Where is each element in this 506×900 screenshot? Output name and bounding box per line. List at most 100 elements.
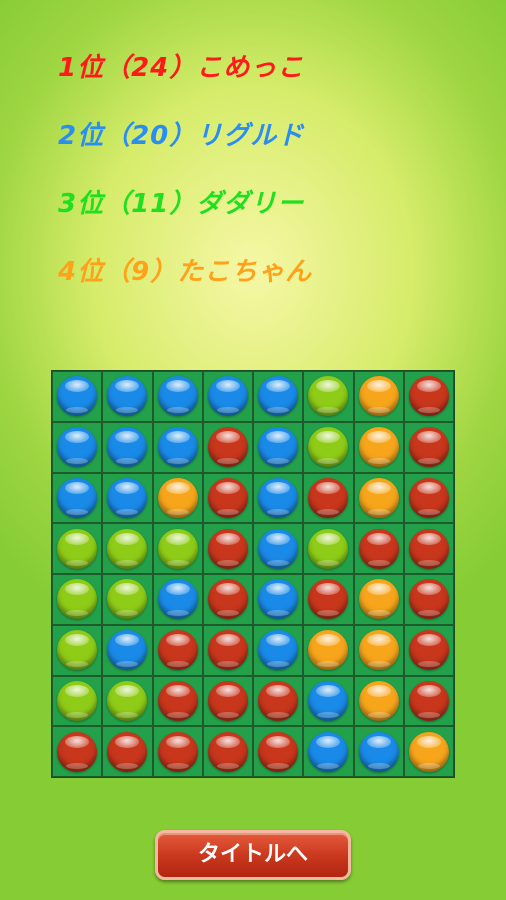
board-cell[interactable] bbox=[202, 371, 253, 422]
board-cell[interactable] bbox=[202, 726, 253, 777]
green-ball bbox=[107, 579, 148, 620]
board-cell[interactable] bbox=[403, 472, 454, 524]
orange-ball bbox=[358, 630, 399, 671]
board-cell[interactable] bbox=[353, 726, 404, 777]
board-cell[interactable] bbox=[152, 371, 203, 422]
game-board bbox=[51, 370, 455, 778]
board-cell[interactable] bbox=[152, 472, 203, 524]
board-cell[interactable] bbox=[102, 371, 153, 422]
board-cell[interactable] bbox=[253, 574, 304, 625]
board-cell[interactable] bbox=[202, 472, 253, 524]
board-cell[interactable] bbox=[253, 472, 304, 524]
green-ball bbox=[107, 528, 148, 569]
board-cell[interactable] bbox=[403, 523, 454, 574]
board-cell[interactable] bbox=[353, 675, 404, 727]
board-cell[interactable] bbox=[353, 472, 404, 524]
back-to-title-button[interactable]: タイトルへ bbox=[155, 830, 351, 880]
board-cell[interactable] bbox=[403, 624, 454, 676]
board-cell[interactable] bbox=[102, 726, 153, 777]
board-cell[interactable] bbox=[253, 523, 304, 574]
board-cell[interactable] bbox=[353, 624, 404, 676]
board-cell[interactable] bbox=[52, 675, 103, 727]
board-cell[interactable] bbox=[403, 421, 454, 473]
board-cell[interactable] bbox=[253, 421, 304, 473]
board-cell[interactable] bbox=[102, 675, 153, 727]
red-ball bbox=[308, 579, 349, 620]
green-ball bbox=[308, 427, 349, 468]
red-ball bbox=[408, 376, 449, 417]
board-cell[interactable] bbox=[303, 421, 354, 473]
board-cell[interactable] bbox=[102, 574, 153, 625]
board-cell[interactable] bbox=[303, 675, 354, 727]
board-cell[interactable] bbox=[253, 726, 304, 777]
board-cell[interactable] bbox=[353, 371, 404, 422]
green-ball bbox=[57, 579, 98, 620]
board-cell[interactable] bbox=[52, 421, 103, 473]
board-cell[interactable] bbox=[102, 421, 153, 473]
blue-ball bbox=[157, 376, 198, 417]
board-cell[interactable] bbox=[303, 523, 354, 574]
board-cell[interactable] bbox=[303, 371, 354, 422]
board-cell[interactable] bbox=[52, 472, 103, 524]
board-cell[interactable] bbox=[102, 472, 153, 524]
red-ball bbox=[408, 630, 449, 671]
blue-ball bbox=[57, 376, 98, 417]
board-cell[interactable] bbox=[403, 371, 454, 422]
red-ball bbox=[157, 680, 198, 721]
blue-ball bbox=[258, 579, 299, 620]
orange-ball bbox=[358, 579, 399, 620]
board-cell[interactable] bbox=[353, 523, 404, 574]
board-cell[interactable] bbox=[403, 574, 454, 625]
blue-ball bbox=[57, 477, 98, 518]
orange-ball bbox=[308, 630, 349, 671]
board-cell[interactable] bbox=[253, 675, 304, 727]
board-cell[interactable] bbox=[303, 726, 354, 777]
board-cell[interactable] bbox=[202, 624, 253, 676]
board-cell[interactable] bbox=[52, 574, 103, 625]
red-ball bbox=[207, 528, 248, 569]
green-ball bbox=[308, 376, 349, 417]
blue-ball bbox=[258, 376, 299, 417]
rank-entry-4: 4位（9）たこちゃん bbox=[58, 257, 313, 287]
board-cell[interactable] bbox=[102, 523, 153, 574]
green-ball bbox=[107, 680, 148, 721]
board-cell[interactable] bbox=[353, 574, 404, 625]
board-cell[interactable] bbox=[303, 574, 354, 625]
red-ball bbox=[408, 477, 449, 518]
board-cell[interactable] bbox=[202, 523, 253, 574]
red-ball bbox=[57, 731, 98, 772]
board-cell[interactable] bbox=[102, 624, 153, 676]
red-ball bbox=[358, 528, 399, 569]
blue-ball bbox=[107, 376, 148, 417]
board-cell[interactable] bbox=[303, 472, 354, 524]
board-cell[interactable] bbox=[403, 675, 454, 727]
blue-ball bbox=[258, 630, 299, 671]
blue-ball bbox=[57, 427, 98, 468]
red-ball bbox=[308, 477, 349, 518]
board-cell[interactable] bbox=[403, 726, 454, 777]
rank-entry-2: 2位（20）リグルド bbox=[58, 121, 305, 151]
red-ball bbox=[157, 630, 198, 671]
board-cell[interactable] bbox=[202, 421, 253, 473]
board-cell[interactable] bbox=[202, 574, 253, 625]
board-cell[interactable] bbox=[253, 371, 304, 422]
board-cell[interactable] bbox=[152, 574, 203, 625]
board-cell[interactable] bbox=[152, 624, 203, 676]
orange-ball bbox=[358, 376, 399, 417]
board-grid bbox=[52, 371, 454, 777]
orange-ball bbox=[358, 680, 399, 721]
board-cell[interactable] bbox=[52, 371, 103, 422]
board-cell[interactable] bbox=[152, 675, 203, 727]
board-cell[interactable] bbox=[202, 675, 253, 727]
board-cell[interactable] bbox=[353, 421, 404, 473]
board-cell[interactable] bbox=[303, 624, 354, 676]
board-cell[interactable] bbox=[253, 624, 304, 676]
board-cell[interactable] bbox=[152, 726, 203, 777]
board-cell[interactable] bbox=[52, 523, 103, 574]
orange-ball bbox=[408, 731, 449, 772]
board-cell[interactable] bbox=[52, 624, 103, 676]
red-ball bbox=[207, 477, 248, 518]
board-cell[interactable] bbox=[152, 421, 203, 473]
board-cell[interactable] bbox=[152, 523, 203, 574]
board-cell[interactable] bbox=[52, 726, 103, 777]
